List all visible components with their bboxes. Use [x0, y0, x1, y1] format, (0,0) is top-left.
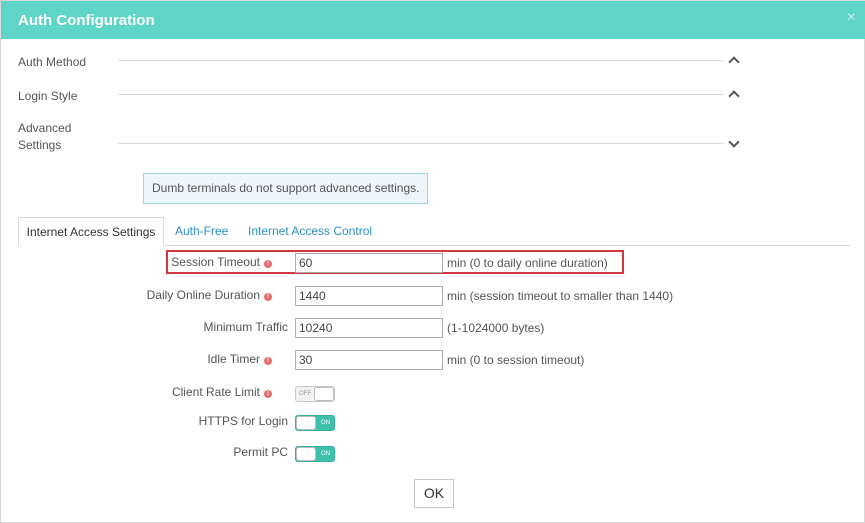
info-icon[interactable]: ! [264, 390, 272, 398]
dumb-terminal-notice: Dumb terminals do not support advanced s… [143, 173, 428, 204]
session-timeout-hint: min (0 to daily online duration) [447, 256, 608, 270]
section-divider [118, 60, 724, 61]
permit-pc-toggle[interactable]: ON [295, 446, 335, 462]
client-rate-limit-toggle[interactable]: OFF [295, 386, 335, 402]
idle-timer-label: Idle Timer [207, 352, 260, 366]
info-icon[interactable]: ! [264, 357, 272, 365]
idle-timer-label-row: Idle Timer! [1, 352, 272, 366]
session-timeout-label: Session Timeout [171, 255, 260, 269]
tab-internet-access-settings[interactable]: Internet Access Settings [18, 217, 164, 246]
client-rate-limit-label: Client Rate Limit [171, 385, 260, 399]
dialog-titlebar: Auth Configuration × [1, 1, 865, 39]
toggle-state-text: OFF [299, 391, 311, 397]
minimum-traffic-label: Minimum Traffic [203, 320, 288, 334]
section-divider [118, 94, 724, 95]
toggle-knob [314, 387, 334, 401]
chevron-up-icon[interactable] [728, 90, 740, 102]
section-auth-method-label: Auth Method [18, 55, 87, 69]
close-icon[interactable]: × [847, 10, 856, 26]
minimum-traffic-hint: (1-1024000 bytes) [447, 321, 545, 335]
tab-bar: Internet Access Settings Auth-Free Inter… [18, 217, 850, 246]
info-icon[interactable]: ! [264, 293, 272, 301]
section-advanced-settings[interactable]: Advanced Settings [18, 120, 740, 156]
chevron-down-icon[interactable] [728, 136, 740, 148]
info-icon[interactable]: ! [264, 260, 272, 268]
daily-online-duration-label-row: Daily Online Duration! [1, 288, 272, 302]
toggle-state-text: ON [321, 420, 330, 426]
daily-online-duration-hint: min (session timeout to smaller than 144… [447, 289, 674, 303]
section-advanced-settings-label-line2: Settings [18, 138, 62, 152]
https-for-login-toggle[interactable]: ON [295, 415, 335, 431]
section-login-style[interactable]: Login Style [18, 87, 740, 107]
toggle-knob [296, 447, 316, 461]
https-for-login-label-row: HTTPS for Login [1, 414, 288, 428]
section-auth-method[interactable]: Auth Method [18, 53, 740, 73]
section-login-style-label: Login Style [18, 89, 78, 103]
permit-pc-label: Permit PC [233, 445, 288, 459]
auth-configuration-dialog: Auth Configuration × Auth Method Login S… [0, 0, 865, 523]
section-divider [118, 143, 724, 144]
dialog-title: Auth Configuration [18, 12, 155, 29]
tab-internet-access-control[interactable]: Internet Access Control [248, 217, 372, 246]
https-for-login-label: HTTPS for Login [198, 414, 288, 428]
toggle-state-text: ON [321, 451, 330, 457]
daily-online-duration-input[interactable] [295, 286, 443, 306]
idle-timer-input[interactable] [295, 350, 443, 370]
idle-timer-hint: min (0 to session timeout) [447, 353, 585, 367]
client-rate-limit-label-row: Client Rate Limit! [1, 385, 272, 399]
minimum-traffic-input[interactable] [295, 318, 443, 338]
chevron-up-icon[interactable] [728, 56, 740, 68]
permit-pc-label-row: Permit PC [1, 445, 288, 459]
section-advanced-settings-label-line1: Advanced [18, 121, 72, 135]
tab-auth-free[interactable]: Auth-Free [175, 217, 228, 246]
session-timeout-input[interactable] [295, 253, 443, 273]
session-timeout-label-row: Session Timeout! [1, 255, 272, 269]
toggle-knob [296, 416, 316, 430]
ok-button[interactable]: OK [414, 479, 454, 508]
minimum-traffic-label-row: Minimum Traffic [1, 320, 288, 334]
daily-online-duration-label: Daily Online Duration [146, 288, 260, 302]
